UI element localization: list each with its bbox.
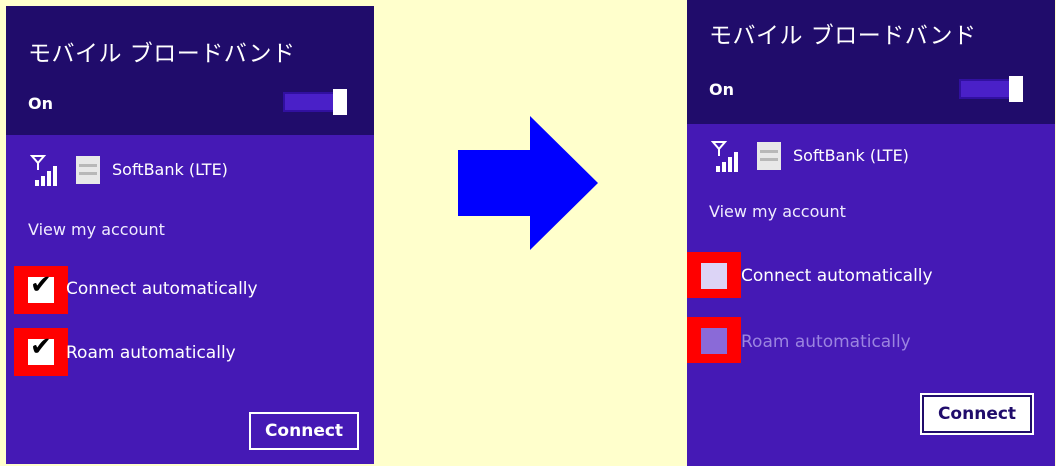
- checkmark-icon: ✔: [30, 332, 52, 362]
- mobile-broadband-toggle[interactable]: [283, 89, 349, 115]
- highlight-connect-automatically: [687, 252, 741, 298]
- panel-title: モバイル ブロードバンド: [709, 23, 977, 49]
- highlight-roam-automatically: ✔: [14, 328, 68, 376]
- network-name: SoftBank (LTE): [793, 146, 909, 165]
- connect-automatically-checkbox[interactable]: [701, 263, 727, 289]
- roam-automatically-checkbox[interactable]: [701, 328, 727, 354]
- roam-automatically-label: Roam automatically: [741, 332, 911, 352]
- toggle-track: [283, 92, 335, 112]
- connect-automatically-label: Connect automatically: [66, 279, 258, 299]
- panel-header: モバイル ブロードバンド On: [6, 6, 374, 135]
- view-my-account-link[interactable]: View my account: [28, 220, 165, 239]
- toggle-thumb: [333, 89, 347, 115]
- mobile-broadband-toggle[interactable]: [959, 76, 1025, 102]
- view-my-account-link[interactable]: View my account: [709, 202, 846, 221]
- panel-title: モバイル ブロードバンド: [28, 41, 296, 67]
- roam-automatically-label: Roam automatically: [66, 343, 236, 363]
- network-name: SoftBank (LTE): [112, 160, 228, 179]
- connect-automatically-checkbox[interactable]: ✔: [28, 272, 54, 303]
- sim-card-icon: [76, 156, 100, 184]
- sim-card-icon: [757, 142, 781, 170]
- signal-bars-icon: [30, 155, 57, 186]
- right-arrow-icon: [458, 116, 598, 250]
- toggle-thumb: [1009, 76, 1023, 102]
- panel-header: モバイル ブロードバンド On: [687, 0, 1055, 124]
- toggle-track: [959, 79, 1011, 99]
- highlight-connect-automatically: ✔: [14, 266, 68, 314]
- power-label: On: [709, 80, 734, 99]
- checkmark-icon: ✔: [30, 270, 52, 300]
- signal-bars-icon: [711, 141, 738, 172]
- network-panel-before: モバイル ブロードバンド On SoftBank (LTE) View my a…: [6, 6, 374, 464]
- connect-automatically-label: Connect automatically: [741, 266, 933, 286]
- highlight-roam-automatically: [687, 317, 741, 363]
- connect-button[interactable]: Connect: [920, 393, 1034, 435]
- connect-button[interactable]: Connect: [249, 412, 359, 450]
- power-label: On: [28, 94, 53, 113]
- roam-automatically-checkbox[interactable]: ✔: [28, 334, 54, 365]
- network-panel-after: モバイル ブロードバンド On SoftBank (LTE) View my a…: [687, 0, 1055, 466]
